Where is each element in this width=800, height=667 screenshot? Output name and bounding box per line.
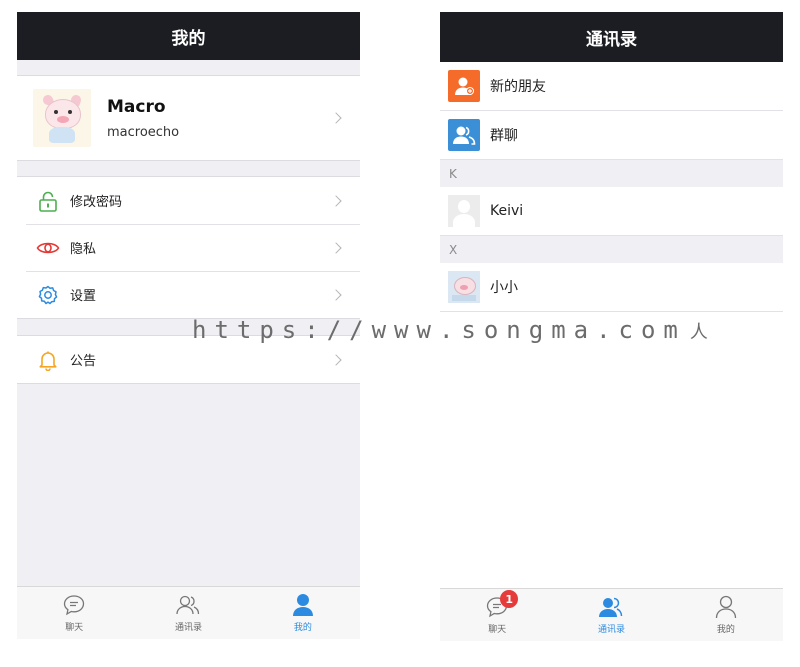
- tab-me[interactable]: 我的: [669, 589, 783, 641]
- menu-item-label: 公告: [70, 354, 97, 369]
- page-title: 通讯录: [440, 12, 783, 62]
- tab-chat[interactable]: 聊天: [17, 587, 131, 639]
- chevron-right-icon: [330, 194, 342, 207]
- chevron-right-icon: [330, 241, 342, 254]
- group-chat-item[interactable]: 群聊: [440, 111, 783, 160]
- contact-item[interactable]: Keivi: [440, 187, 783, 236]
- menu-item-settings[interactable]: 设置: [17, 271, 360, 318]
- person-icon: [715, 595, 737, 619]
- menu-item-change-password[interactable]: 修改密码: [17, 177, 360, 224]
- menu-item-label: 设置: [70, 289, 97, 304]
- chat-icon: [62, 593, 86, 617]
- section-header-x: X: [440, 236, 783, 263]
- settings-menu: 修改密码 隐私 设置: [17, 176, 360, 319]
- lock-icon: [36, 189, 60, 213]
- eye-icon: [36, 236, 60, 260]
- chevron-right-icon: [330, 112, 342, 124]
- tab-bar: 1 聊天 通讯录 我的: [440, 588, 783, 641]
- gear-icon: [36, 283, 60, 307]
- chevron-right-icon: [330, 288, 342, 301]
- bell-icon: [36, 348, 60, 372]
- tab-chat[interactable]: 1 聊天: [440, 589, 554, 641]
- avatar: [448, 271, 480, 303]
- contacts-icon: [175, 593, 201, 617]
- tab-contacts[interactable]: 通讯录: [554, 589, 668, 641]
- menu-item-privacy[interactable]: 隐私: [17, 224, 360, 271]
- tab-bar: 聊天 通讯录 我的: [17, 586, 360, 639]
- menu-item-label: 隐私: [70, 242, 97, 257]
- section-header-k: K: [440, 160, 783, 187]
- person-icon: [292, 593, 314, 617]
- profile-card[interactable]: Macro macroecho: [17, 75, 360, 161]
- default-avatar: [448, 195, 480, 227]
- unread-badge: 1: [500, 590, 519, 608]
- chevron-right-icon: [330, 353, 342, 366]
- watermark: https://www.songma.com 人: [192, 316, 708, 344]
- avatar: [33, 89, 91, 147]
- new-friends-item[interactable]: 新的朋友: [440, 62, 783, 111]
- tab-contacts[interactable]: 通讯录: [131, 587, 245, 639]
- tab-me[interactable]: 我的: [246, 587, 360, 639]
- profile-account: macroecho: [107, 124, 180, 140]
- add-friend-icon: [448, 70, 480, 102]
- group-chat-icon: [448, 119, 480, 151]
- contacts-icon: [598, 595, 624, 619]
- profile-name: Macro: [107, 96, 166, 117]
- contact-item[interactable]: 小小: [440, 263, 783, 312]
- page-title: 我的: [17, 12, 360, 60]
- menu-item-label: 修改密码: [70, 195, 123, 210]
- chat-icon: 1: [485, 590, 519, 619]
